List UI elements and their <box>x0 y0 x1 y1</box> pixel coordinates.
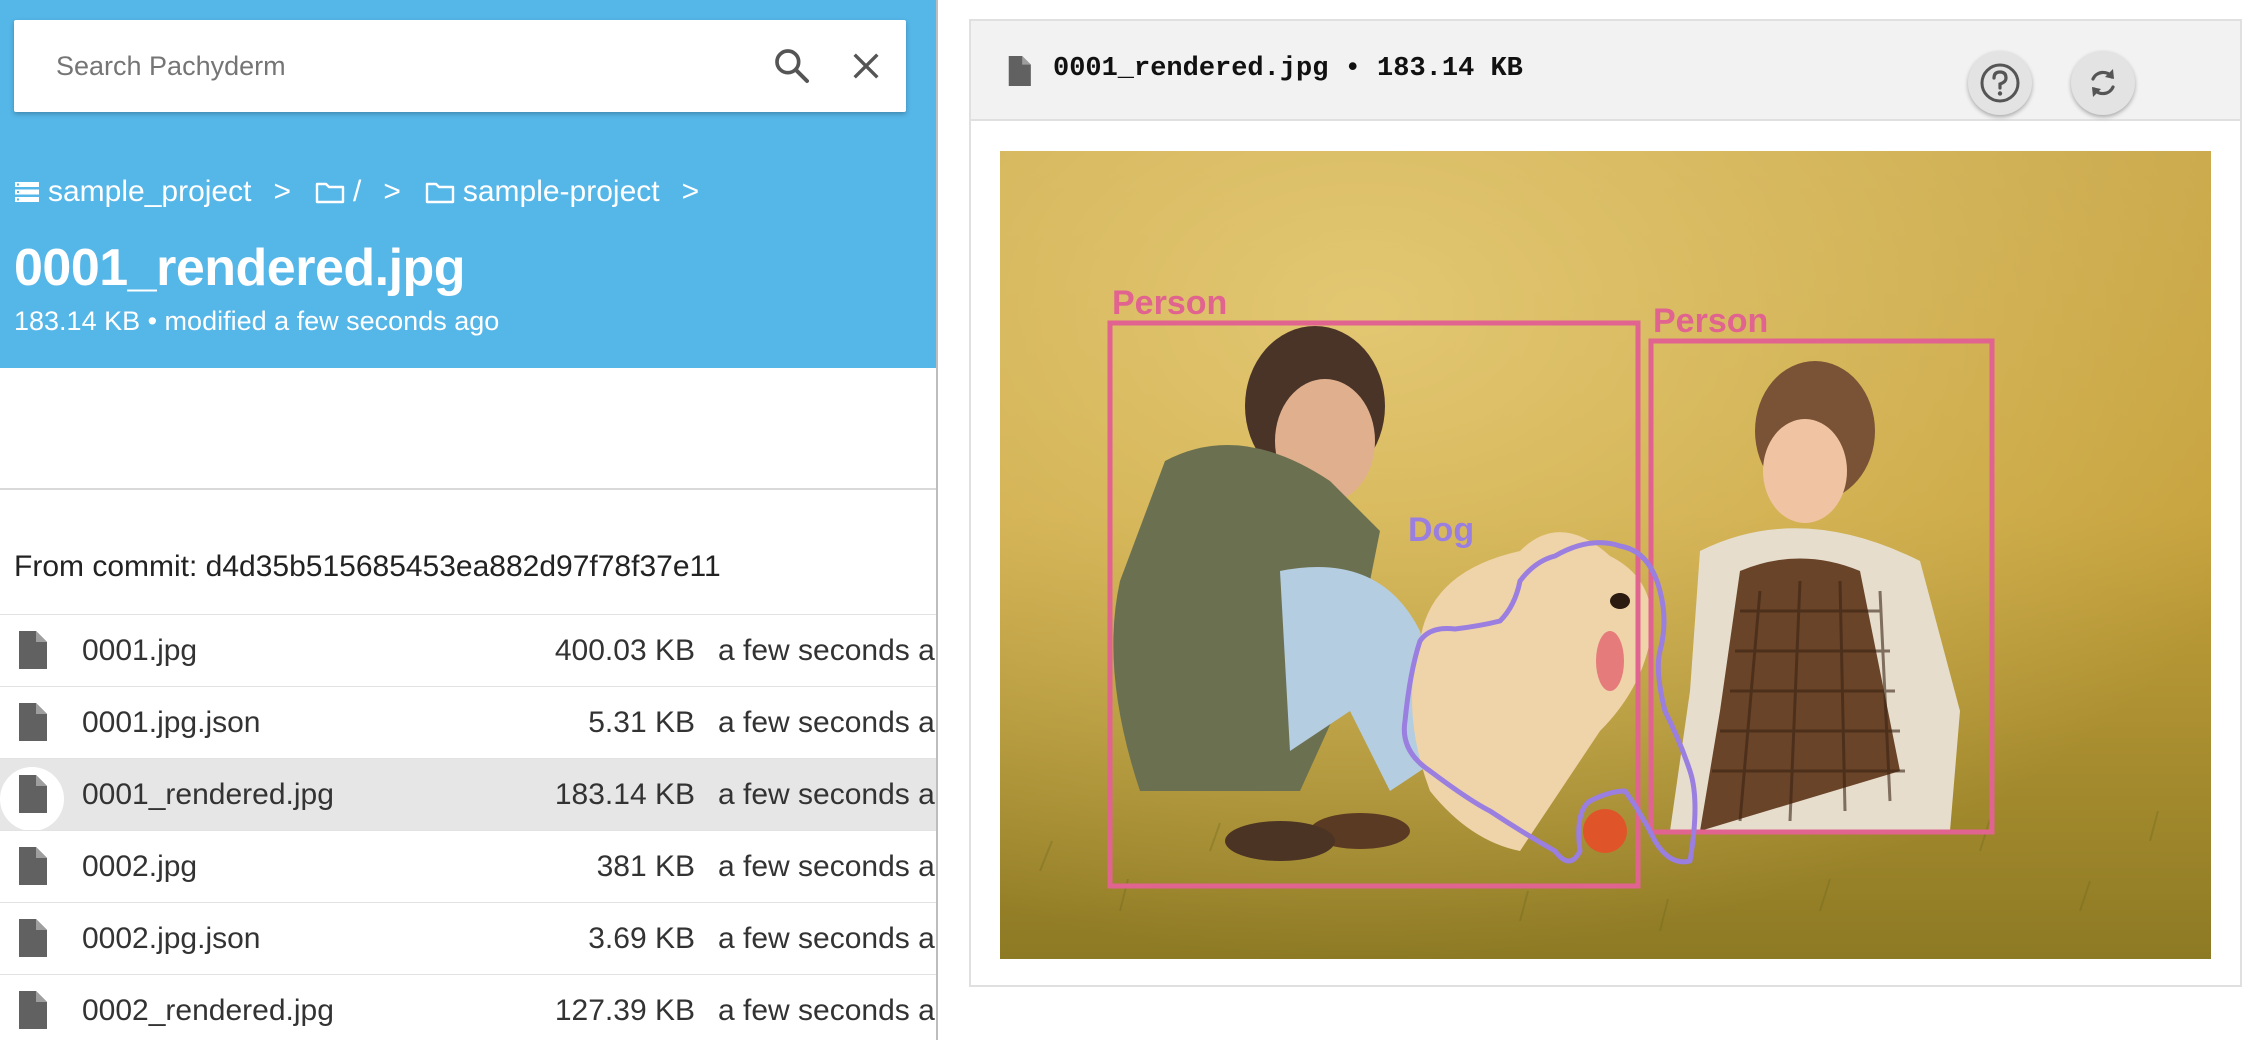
page-title: 0001_rendered.jpg <box>14 239 466 297</box>
breadcrumb-separator: > <box>273 175 291 208</box>
refresh-icon <box>2091 69 2115 97</box>
file-name: 0001.jpg <box>82 633 198 667</box>
file-icon <box>15 989 49 1031</box>
file-size: 5.31 KB <box>588 705 695 739</box>
preview-title: 0001_rendered.jpg • 183.14 KB <box>1053 54 1523 84</box>
file-row-0001-jpg[interactable]: 0001.jpg 400.03 KB a few seconds ago <box>0 614 937 686</box>
breadcrumb-label: / <box>352 175 362 208</box>
file-size: 127.39 KB <box>554 993 695 1027</box>
folder-icon <box>315 182 345 204</box>
breadcrumb-label: sample_project <box>48 175 252 208</box>
file-row-0001-jpg-json[interactable]: 0001.jpg.json 5.31 KB a few seconds ago <box>0 686 937 758</box>
file-name: 0002.jpg <box>82 849 198 883</box>
file-meta: 183.14 KB • modified a few seconds ago <box>14 306 500 336</box>
file-name: 0001_rendered.jpg <box>82 777 334 811</box>
divider <box>0 488 937 490</box>
file-icon <box>15 629 49 671</box>
file-name: 0002.jpg.json <box>82 921 261 955</box>
file-name: 0001.jpg.json <box>82 705 261 739</box>
file-icon <box>1007 56 1031 91</box>
search-input[interactable] <box>56 44 696 88</box>
header-banner: sample_project > / > sample-project > 00… <box>0 0 937 368</box>
file-icon <box>15 845 49 887</box>
file-row-0002-jpg[interactable]: 0002.jpg 381 KB a few seconds ago <box>0 830 937 902</box>
breadcrumb-separator: > <box>681 175 700 208</box>
file-preview-panel: 0001_rendered.jpg • 183.14 KB Person Per… <box>969 19 2242 987</box>
preview-header: 0001_rendered.jpg • 183.14 KB <box>971 21 2240 121</box>
close-icon[interactable] <box>840 40 892 92</box>
rendered-image: Person Person Dog <box>1000 151 2211 959</box>
breadcrumb-label: sample-project <box>462 175 660 208</box>
commit-label: From commit: d4d35b515685453ea882d97f78f… <box>14 550 721 583</box>
file-size: 381 KB <box>596 849 695 883</box>
search-bar <box>14 20 906 112</box>
database-icon <box>15 182 39 202</box>
file-row-0002-jpg-json[interactable]: 0002.jpg.json 3.69 KB a few seconds ago <box>0 902 937 974</box>
breadcrumb-separator: > <box>383 175 401 208</box>
file-modified: a few seconds ago <box>718 633 937 667</box>
help-icon <box>1980 63 2020 103</box>
breadcrumb-project-folder[interactable]: sample-project <box>425 175 660 209</box>
file-size: 183.14 KB <box>554 777 695 811</box>
file-icon <box>0 767 64 831</box>
refresh-button[interactable] <box>2071 51 2135 115</box>
pane-divider[interactable] <box>936 0 938 1040</box>
search-icon[interactable] <box>766 40 818 92</box>
breadcrumb: sample_project > / > sample-project > <box>14 170 723 214</box>
file-modified: a few seconds ago <box>718 849 937 883</box>
file-size: 3.69 KB <box>588 921 695 955</box>
file-modified: a few seconds ago <box>718 777 937 811</box>
file-modified: a few seconds ago <box>718 993 937 1027</box>
file-modified: a few seconds ago <box>718 705 937 739</box>
file-icon <box>15 701 49 743</box>
help-button[interactable] <box>1968 51 2032 115</box>
file-name: 0002_rendered.jpg <box>82 993 334 1027</box>
file-list: 0001.jpg 400.03 KB a few seconds ago 000… <box>0 614 937 1040</box>
file-row-0001-rendered-jpg[interactable]: 0001_rendered.jpg 183.14 KB a few second… <box>0 758 937 831</box>
file-row-0002-rendered-jpg[interactable]: 0002_rendered.jpg 127.39 KB a few second… <box>0 974 937 1040</box>
folder-icon <box>425 182 455 204</box>
file-browser-pane: sample_project > / > sample-project > 00… <box>0 0 937 1040</box>
detection-label-dog: Dog <box>1408 511 1474 549</box>
detection-label-person-1: Person <box>1112 284 1227 322</box>
file-icon <box>15 917 49 959</box>
file-size: 400.03 KB <box>554 633 695 667</box>
breadcrumb-root-folder[interactable]: / <box>315 175 361 209</box>
file-modified: a few seconds ago <box>718 921 937 955</box>
detection-label-person-2: Person <box>1653 302 1768 340</box>
breadcrumb-repo[interactable]: sample_project <box>14 175 251 209</box>
